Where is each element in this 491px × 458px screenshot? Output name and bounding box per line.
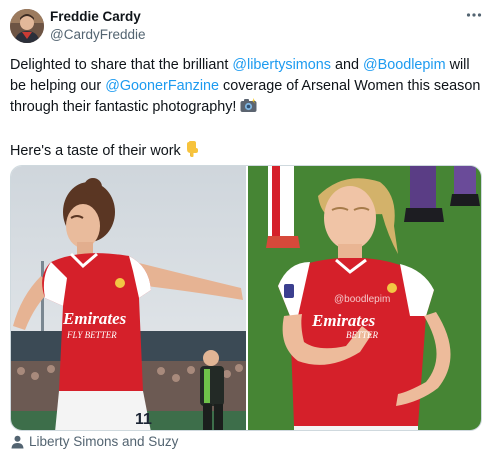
mention-link[interactable]: @GoonerFanzine <box>105 78 219 94</box>
tweet-text-segment: be helping our <box>10 78 106 94</box>
shirt-sponsor-sub: BETTER <box>346 330 379 340</box>
tweet-text-segment: Delighted to share that the brilliant <box>10 57 233 73</box>
mention-link[interactable]: @Boodlepim <box>363 57 446 73</box>
photo-watermark: @boodlepim <box>334 294 390 305</box>
media-gallery[interactable]: 11 Emirates FLY BETTER Emirates BETTER @… <box>10 165 482 431</box>
tagged-people-label: Liberty Simons and Suzy <box>29 434 179 449</box>
tweet-line: Here's a taste of their work <box>10 141 485 164</box>
shirt-sponsor-sub: FLY BETTER <box>66 330 117 340</box>
tweet-text: Delighted to share that the brilliant @l… <box>10 55 485 164</box>
tweet-line: Delighted to share that the brilliant @l… <box>10 55 485 76</box>
player-photo-image: Emirates BETTER @boodlepim <box>248 166 481 430</box>
more-dots-icon <box>466 13 482 17</box>
camera-flash-emoji <box>240 98 257 120</box>
shirt-sponsor: Emirates <box>62 309 127 328</box>
tweet-text-segment: will <box>445 57 470 73</box>
tweet-text-segment: and <box>330 57 363 73</box>
tagged-people[interactable]: Liberty Simons and Suzy <box>11 434 178 449</box>
profile-photo-icon <box>10 9 44 43</box>
shorts-number: 11 <box>135 411 152 428</box>
player-photo-image: 11 Emirates FLY BETTER <box>11 166 246 430</box>
tweet-text-segment: coverage of Arsenal Women this season <box>219 78 481 94</box>
tweet-text-segment: through their fantastic photography! <box>10 99 241 115</box>
person-icon <box>11 435 24 448</box>
more-button[interactable] <box>463 6 485 24</box>
photo-1[interactable]: 11 Emirates FLY BETTER <box>11 166 246 430</box>
mention-link[interactable]: @libertysimons <box>232 57 331 73</box>
tweet-line: through their fantastic photography! <box>10 97 485 120</box>
pointing-down-emoji <box>185 141 199 164</box>
tweet-line: be helping our @GoonerFanzine coverage o… <box>10 76 485 97</box>
avatar[interactable] <box>10 9 44 43</box>
tweet: Freddie Cardy @CardyFreddie Delighted to… <box>0 0 491 458</box>
photo-2[interactable]: Emirates BETTER @boodlepim <box>248 166 481 430</box>
author-name[interactable]: Freddie Cardy <box>50 9 141 24</box>
shirt-sponsor: Emirates <box>311 311 376 330</box>
tweet-text-segment: Here's a taste of their work <box>10 143 185 159</box>
author-handle[interactable]: @CardyFreddie <box>50 27 146 42</box>
